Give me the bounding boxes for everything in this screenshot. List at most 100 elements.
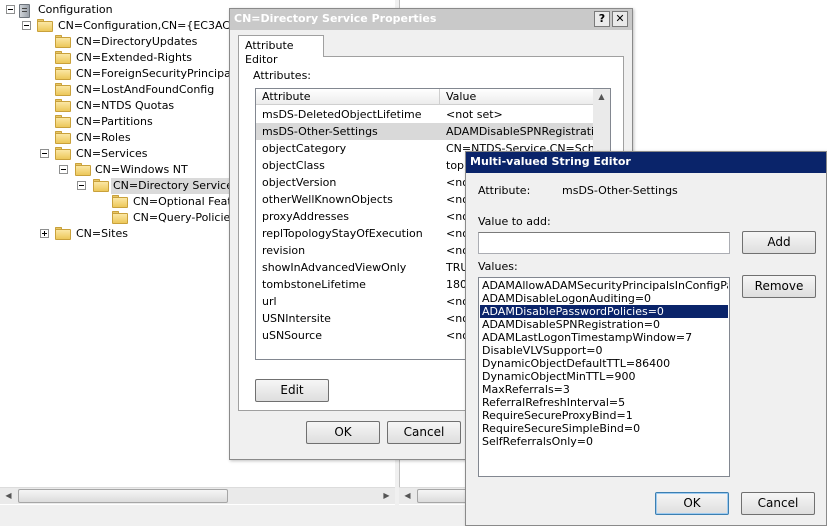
ok-button[interactable]: OK [655, 492, 729, 515]
folder-icon [55, 51, 71, 64]
folder-icon [75, 163, 91, 176]
tree-node-extended-rights[interactable]: CN=Extended-Rights [0, 50, 230, 66]
attribute-label: Attribute: [478, 184, 531, 197]
attribute-name: msDS-Other-Settings [562, 184, 678, 197]
close-button[interactable]: ✕ [612, 11, 628, 27]
attribute-name-cell: url [262, 295, 277, 308]
cancel-button[interactable]: Cancel [741, 492, 815, 515]
collapse-icon[interactable] [77, 181, 86, 190]
remove-button[interactable]: Remove [742, 275, 816, 298]
tree-node-foreign-security-principals[interactable]: CN=ForeignSecurityPrincipals [0, 66, 240, 82]
tree-node-directory-service[interactable]: CN=Directory Service [0, 178, 235, 194]
tree-node-label: CN=Services [76, 147, 148, 160]
tree-node-label: CN=ForeignSecurityPrincipals [76, 67, 240, 80]
value-list-item[interactable]: ADAMDisableLogonAuditing=0 [480, 292, 728, 305]
tree-node-directory-updates[interactable]: CN=DirectoryUpdates [0, 34, 230, 50]
attribute-value-cell: <not set> [446, 108, 503, 121]
scroll-up-icon[interactable]: ▲ [593, 89, 610, 105]
attribute-name-cell: tombstoneLifetime [262, 278, 366, 291]
tree-node-label: CN=Roles [76, 131, 131, 144]
value-list-item[interactable]: MaxReferrals=3 [480, 383, 728, 396]
column-header-attribute[interactable]: Attribute [262, 89, 311, 105]
value-list-item[interactable]: ADAMAllowADAMSecurityPrincipalsInConfigP… [480, 279, 728, 292]
value-list-item[interactable]: ReferralRefreshInterval=5 [480, 396, 728, 409]
tree-node-services[interactable]: CN=Services [0, 146, 230, 162]
tree-node-ntds-quotas[interactable]: CN=NTDS Quotas [0, 98, 230, 114]
scroll-thumb[interactable] [18, 489, 228, 503]
folder-icon [55, 131, 71, 144]
multivalued-string-editor-dialog: Multi-valued String Editor Attribute: ms… [465, 151, 827, 526]
attribute-name-cell: msDS-DeletedObjectLifetime [262, 108, 422, 121]
tree-node-query-policies[interactable]: CN=Query-Policies [0, 210, 236, 226]
add-button[interactable]: Add [742, 231, 816, 254]
tree-node-label: CN=Sites [76, 227, 128, 240]
value-list-item[interactable]: DynamicObjectMinTTL=900 [480, 370, 728, 383]
attributes-label: Attributes: [253, 69, 312, 82]
values-listbox[interactable]: ADAMAllowADAMSecurityPrincipalsInConfigP… [478, 277, 730, 477]
attribute-name-cell: USNIntersite [262, 312, 331, 325]
value-list-item[interactable]: DynamicObjectDefaultTTL=86400 [480, 357, 728, 370]
tree-node-optional-features[interactable]: CN=Optional Featur [0, 194, 232, 210]
attribute-name-cell: objectCategory [262, 142, 347, 155]
value-list-item[interactable]: DisableVLVSupport=0 [480, 344, 728, 357]
server-icon [19, 4, 30, 18]
scroll-left-icon[interactable]: ◀ [0, 488, 17, 504]
scroll-right-icon[interactable]: ▶ [378, 488, 395, 504]
attribute-row[interactable]: msDS-Other-Settings ADAMDisableSPNRegistr… [256, 123, 593, 140]
collapse-icon[interactable] [6, 5, 15, 14]
expand-icon[interactable] [40, 229, 49, 238]
attribute-row[interactable]: msDS-DeletedObjectLifetime <not set> [256, 106, 593, 123]
tree-node-label: CN=Partitions [76, 115, 153, 128]
folder-icon [55, 67, 71, 80]
ok-button[interactable]: OK [306, 421, 380, 444]
tree-node-label: CN=Query-Policies [133, 211, 237, 224]
attribute-name-cell: objectVersion [262, 176, 337, 189]
folder-icon [55, 147, 71, 160]
tree-horizontal-scrollbar[interactable]: ◀ ▶ [0, 487, 395, 504]
column-header-value[interactable]: Value [439, 89, 476, 105]
value-list-item[interactable]: RequireSecureProxyBind=1 [480, 409, 728, 422]
tree-node-label: CN=Extended-Rights [76, 51, 193, 64]
tree-node-label: CN=Windows NT [95, 163, 188, 176]
tree-node-lost-and-found[interactable]: CN=LostAndFoundConfig [0, 82, 230, 98]
attribute-name-cell: uSNSource [262, 329, 322, 342]
tree-node-label: CN=DirectoryUpdates [76, 35, 198, 48]
attribute-name-cell: replTopologyStayOfExecution [262, 227, 423, 240]
cancel-button[interactable]: Cancel [387, 421, 461, 444]
tree-node-label: Configuration [38, 3, 113, 16]
tree-node-label: CN=NTDS Quotas [76, 99, 175, 112]
attribute-name-cell: showInAdvancedViewOnly [262, 261, 407, 274]
help-button[interactable]: ? [594, 11, 610, 27]
value-list-item[interactable]: ADAMDisablePasswordPolicies=0 [480, 305, 728, 318]
value-list-item[interactable]: SelfReferralsOnly=0 [480, 435, 728, 448]
collapse-icon[interactable] [59, 165, 68, 174]
values-label: Values: [478, 260, 518, 273]
folder-icon [112, 195, 128, 208]
edit-button[interactable]: Edit [255, 379, 329, 402]
tree-node-roles[interactable]: CN=Roles [0, 130, 230, 146]
folder-icon [55, 83, 71, 96]
tree-node-label: CN=Configuration,CN={EC3ACAF6 [58, 19, 251, 32]
attribute-name-cell: proxyAddresses [262, 210, 349, 223]
folder-icon [55, 35, 71, 48]
attribute-value-cell: 180 [446, 278, 467, 291]
mv-dialog-titlebar[interactable]: Multi-valued String Editor [466, 152, 826, 173]
tree-node-partitions[interactable]: CN=Partitions [0, 114, 230, 130]
value-to-add-label: Value to add: [478, 215, 551, 228]
tree-node-sites[interactable]: CN=Sites [0, 226, 230, 242]
tree-node-windows-nt[interactable]: CN=Windows NT [0, 162, 230, 178]
value-list-item[interactable]: RequireSecureSimpleBind=0 [480, 422, 728, 435]
attribute-name-cell: otherWellKnownObjects [262, 193, 393, 206]
scroll-left-icon[interactable]: ◀ [399, 488, 416, 504]
tree-node-label: CN=Optional Featur [133, 195, 232, 208]
tree-node-cn-configuration[interactable]: CN=Configuration,CN={EC3ACAF6 [0, 18, 251, 34]
properties-dialog-titlebar[interactable]: CN=Directory Service Properties [230, 9, 632, 30]
value-list-item[interactable]: ADAMLastLogonTimestampWindow=7 [480, 331, 728, 344]
collapse-icon[interactable] [22, 21, 31, 30]
tab-attribute-editor[interactable]: Attribute Editor [238, 35, 324, 66]
tree-node-label: CN=LostAndFoundConfig [76, 83, 215, 96]
value-to-add-input[interactable] [478, 232, 730, 254]
tree-node-configuration[interactable]: Configuration [0, 2, 200, 18]
value-list-item[interactable]: ADAMDisableSPNRegistration=0 [480, 318, 728, 331]
collapse-icon[interactable] [40, 149, 49, 158]
